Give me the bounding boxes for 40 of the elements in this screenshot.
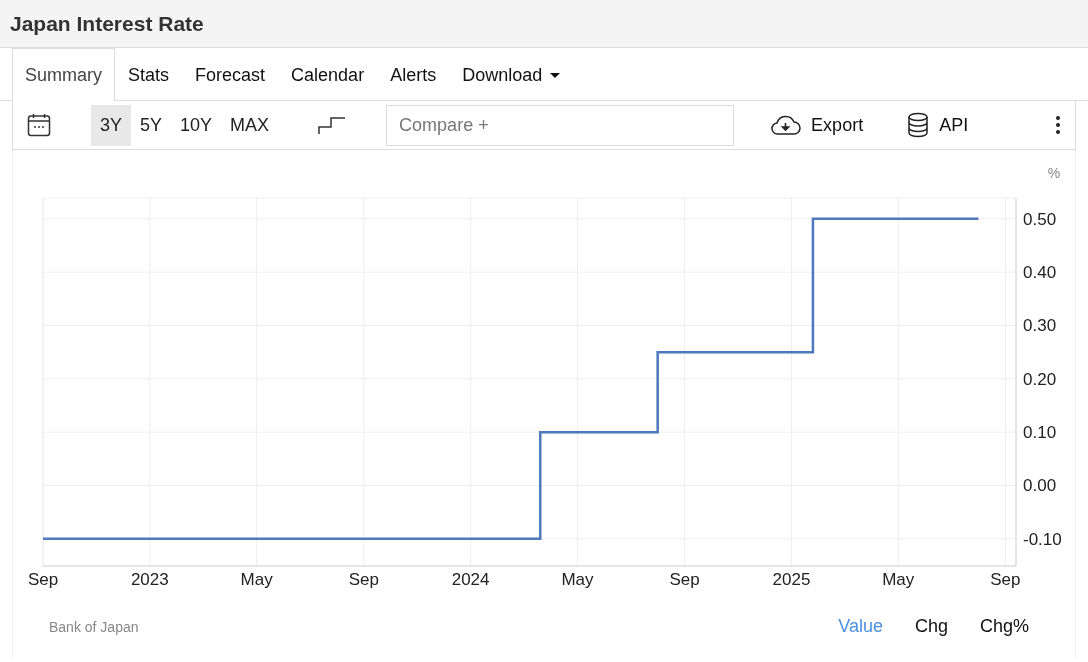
view-toggle[interactable]: Chg% [963,616,1045,637]
page-title: Japan Interest Rate [10,11,204,36]
source-label: Bank of Japan [49,618,139,635]
tab[interactable]: Alerts [377,48,450,101]
x-axis-label: Sep [990,570,1021,589]
y-axis-label: 0.00 [1023,476,1057,496]
database-icon [907,112,930,138]
x-axis-label: Sep [348,570,379,589]
tab[interactable]: Summary [12,48,115,101]
view-toggle[interactable]: Chg [898,616,964,637]
x-axis-label: May [240,570,273,589]
y-axis-label: -0.10 [1023,529,1062,549]
y-axis-label: 0.40 [1023,263,1057,283]
export-button[interactable]: Export [770,114,864,136]
x-axis-label: 2023 [130,570,169,589]
x-axis-label: Sep [669,570,700,589]
range-button[interactable]: 3Y [91,104,132,146]
y-axis-label: 0.30 [1023,316,1057,336]
y-axis-label: 0.20 [1023,369,1057,389]
x-axis-label: May [561,570,594,589]
unit-label: % [1047,165,1061,181]
calendar-icon[interactable] [27,113,51,137]
tab[interactable]: Stats [115,48,183,101]
x-axis-label: 2025 [772,570,811,589]
api-button[interactable]: API [907,112,969,138]
cloud-download-icon [770,114,802,136]
y-axis-label: 0.10 [1023,423,1057,443]
range-button[interactable]: 5Y [131,104,172,146]
tab[interactable]: Download [449,48,574,101]
range-button[interactable]: MAX [221,104,279,146]
more-icon[interactable] [1055,115,1061,135]
x-axis-label: Sep [27,570,59,589]
tab[interactable]: Forecast [182,48,279,101]
y-axis-label: 0.50 [1023,209,1057,229]
x-axis-label: 2024 [451,570,490,589]
compare-field[interactable]: Compare + [386,104,735,146]
x-axis-label: May [882,570,915,589]
range-button[interactable]: 10Y [171,104,222,146]
tab[interactable]: Calendar [278,48,378,101]
step-line-icon[interactable] [318,115,347,135]
